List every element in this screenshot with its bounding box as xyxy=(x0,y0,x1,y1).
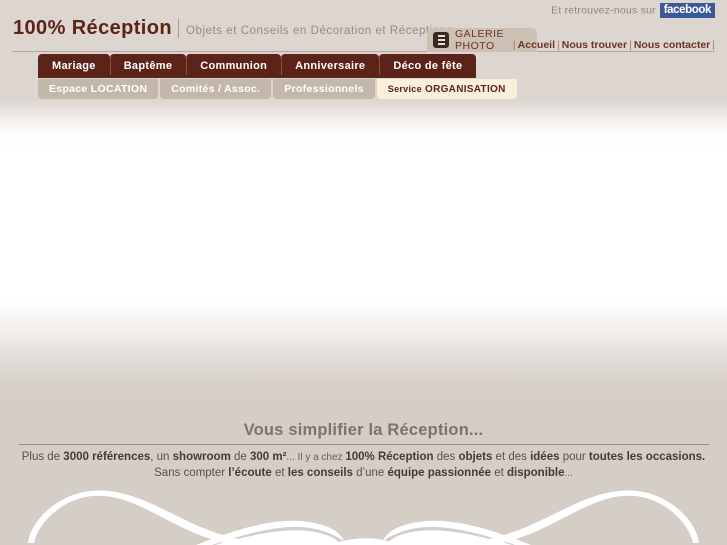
social-follow-text: Et retrouvez-nous sur xyxy=(551,4,656,17)
nav-separator-0: | xyxy=(512,39,516,51)
facebook-badge[interactable]: facebook xyxy=(659,3,715,18)
subnav-item-espace-location[interactable]: Espace LOCATION xyxy=(38,79,159,99)
logo-tagline: Objets et Conseils en Décoration et Réce… xyxy=(186,25,453,37)
nav-separator-2: | xyxy=(629,39,632,51)
subnav-item-comites-assoc[interactable]: Comités / Assoc. xyxy=(160,79,272,99)
tagline-divider xyxy=(18,444,709,445)
tl2-b4: disponible xyxy=(507,466,565,479)
utility-link-nous-contacter[interactable]: Nous contacter xyxy=(634,39,710,51)
tl1-t6: et des xyxy=(492,451,531,463)
main-navigation: Mariage Baptême Communion Anniversaire D… xyxy=(38,54,477,78)
tl1-t3: de xyxy=(230,451,250,463)
nav-separator-3: | xyxy=(712,39,715,51)
nav-separator-1: | xyxy=(557,39,560,51)
tl1-t2: , un xyxy=(150,451,173,463)
subnav-item-professionnels[interactable]: Professionnels xyxy=(273,79,375,99)
utility-link-nous-trouver[interactable]: Nous trouver xyxy=(562,39,627,51)
nav-item-bapteme[interactable]: Baptême xyxy=(109,54,187,78)
nav-item-mariage-label: Mariage xyxy=(52,60,96,72)
tl1-b7: toutes les occasions. xyxy=(588,451,706,463)
tl2-b2: les conseils xyxy=(287,466,353,479)
nav-item-communion[interactable]: Communion xyxy=(186,54,282,78)
nav-item-anniversaire-label: Anniversaire xyxy=(295,60,366,72)
nav-item-mariage[interactable]: Mariage xyxy=(38,54,110,78)
tagline-paragraph-1: Plus de 3000 références, un showroom de … xyxy=(0,450,727,466)
tl2-b1: l’écoute xyxy=(228,466,272,479)
tl1-b1: 3000 références xyxy=(63,451,151,463)
secondary-navigation: Espace LOCATION Comités / Assoc. Profess… xyxy=(38,79,517,99)
logo-title: 100% Réception xyxy=(13,17,172,39)
tl1-b2: showroom xyxy=(172,451,231,463)
tl2-t3: d’une xyxy=(352,466,388,479)
tl2-t5: ... xyxy=(564,467,573,479)
logo-divider xyxy=(178,19,179,38)
subnav-service-suffix: ORGANISATION xyxy=(425,83,506,95)
tl1-t5: des xyxy=(433,451,459,463)
subnav-item-professionnels-label: Professionnels xyxy=(284,83,364,95)
tl1-t7: pour xyxy=(559,451,589,463)
tl2-t4: et xyxy=(491,466,508,479)
film-strip-icon xyxy=(433,32,449,48)
tl1-b5: objets xyxy=(458,451,493,463)
tl2-t1: Sans compter xyxy=(154,466,229,479)
tl1-b3: 300 m² xyxy=(249,451,287,463)
nav-item-deco-de-fete-label: Déco de fête xyxy=(393,60,463,72)
subnav-service-prefix: Service xyxy=(387,84,422,94)
nav-item-bapteme-label: Baptême xyxy=(123,60,173,72)
tl2-b3: équipe passionnée xyxy=(387,466,492,479)
tl1-b4: 100% Réception xyxy=(345,451,434,463)
subnav-item-espace-location-label: Espace LOCATION xyxy=(49,83,148,95)
tl2-t2: et xyxy=(271,466,288,479)
tl1-b6: idées xyxy=(530,451,560,463)
nav-item-anniversaire[interactable]: Anniversaire xyxy=(281,54,380,78)
site-logo[interactable]: 100% Réception Objets et Conseils en Déco… xyxy=(13,17,453,40)
subnav-item-service-organisation[interactable]: Service ORGANISATION xyxy=(376,79,517,99)
tagline-block: Vous simplifier la Réception... Plus de … xyxy=(0,420,727,481)
utility-link-accueil[interactable]: Accueil xyxy=(518,39,555,51)
social-follow-line: Et retrouvez-nous sur facebook xyxy=(551,3,715,18)
tagline-heading: Vous simplifier la Réception... xyxy=(243,421,484,439)
tagline-paragraph-2: Sans compter l’écoute et les conseils d’… xyxy=(0,466,727,482)
site-header: Et retrouvez-nous sur facebook 100% Récep… xyxy=(0,0,727,52)
tl1-t4: ... Il y a chez xyxy=(286,452,346,463)
subnav-item-comites-assoc-label: Comités / Assoc. xyxy=(171,83,261,95)
tl1-t1: Plus de xyxy=(21,451,64,463)
nav-item-deco-de-fete[interactable]: Déco de fête xyxy=(379,54,477,78)
utility-nav: | Accueil | Nous trouver | Nous contacter | xyxy=(511,39,717,51)
nav-item-communion-label: Communion xyxy=(200,60,268,72)
